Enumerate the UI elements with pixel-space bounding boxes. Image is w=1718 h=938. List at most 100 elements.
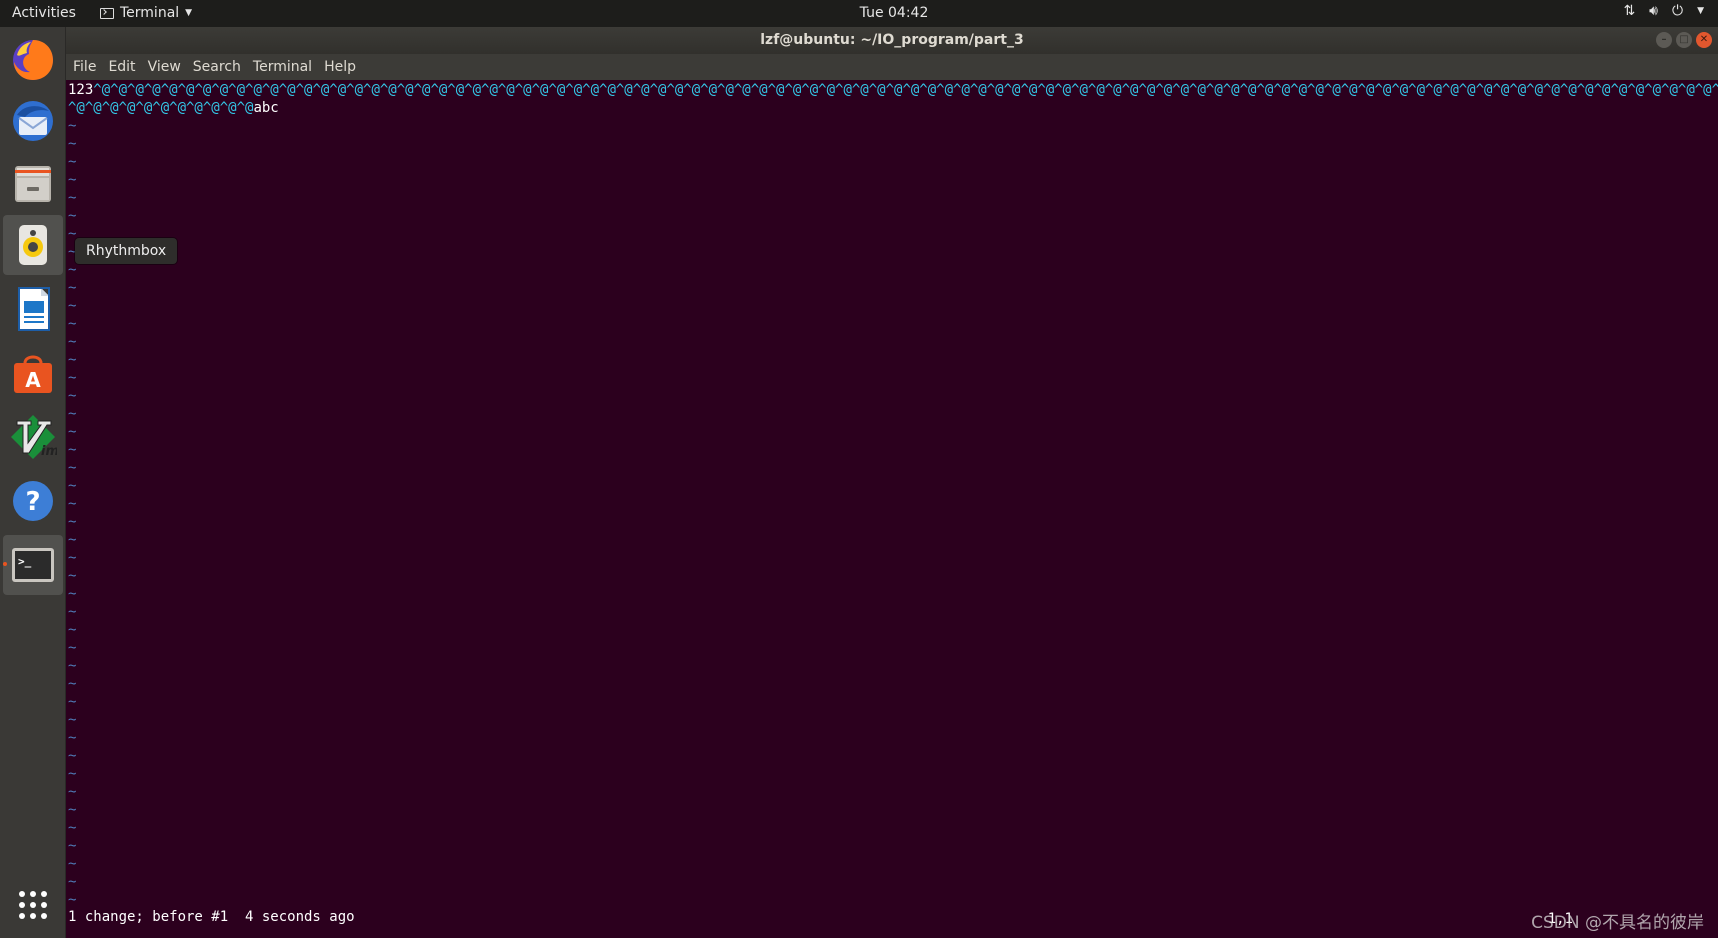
writer-icon	[18, 287, 50, 331]
svg-text:>_: >_	[18, 555, 32, 568]
tilde-marker: ~	[68, 712, 77, 728]
top-bar: Activities Terminal ▼ Tue 04:42 ⇅ 🔊︎ ⏻ ▼	[0, 0, 1718, 27]
tilde-marker: ~	[68, 892, 77, 908]
dock-tooltip: Rhythmbox	[75, 238, 178, 264]
tilde-marker: ~	[68, 820, 77, 836]
tilde-marker: ~	[68, 514, 77, 530]
tilde-marker: ~	[68, 658, 77, 674]
svg-text:?: ?	[25, 487, 40, 517]
tilde-marker: ~	[68, 730, 77, 746]
dock-writer[interactable]	[3, 279, 63, 339]
menu-bar: File Edit View Search Terminal Help	[66, 54, 1718, 80]
vim-icon: im	[11, 415, 57, 459]
running-indicator	[3, 562, 7, 566]
svg-text:im: im	[41, 444, 57, 459]
chevron-down-icon[interactable]: ▼	[1697, 6, 1704, 16]
tilde-marker: ~	[68, 694, 77, 710]
close-button[interactable]: ✕	[1696, 32, 1712, 48]
menu-file[interactable]: File	[73, 57, 96, 77]
tilde-marker: ~	[68, 496, 77, 512]
clock[interactable]: Tue 04:42	[0, 5, 1718, 21]
tilde-marker: ~	[68, 640, 77, 656]
tilde-marker: ~	[68, 280, 77, 296]
minimize-button[interactable]: –	[1656, 32, 1672, 48]
tilde-marker: ~	[68, 622, 77, 638]
dock-help[interactable]: ?	[3, 471, 63, 531]
menu-view[interactable]: View	[148, 57, 181, 77]
app-menu-label: Terminal	[120, 5, 180, 21]
vim-status-message: 1 change; before #1 4 seconds ago	[68, 909, 355, 925]
tilde-marker: ~	[68, 136, 77, 152]
window-titlebar[interactable]: lzf@ubuntu: ~/IO_program/part_3 – □ ✕	[66, 27, 1718, 54]
dock-software[interactable]: A	[3, 343, 63, 403]
vim-line-1: 123^@^@^@^@^@^@^@^@^@^@^@^@^@^@^@^@^@^@^…	[68, 81, 1718, 99]
tilde-marker: ~	[68, 190, 77, 206]
vim-line-2: ^@^@^@^@^@^@^@^@^@^@^@abc	[68, 99, 279, 117]
tilde-marker: ~	[68, 604, 77, 620]
rhythmbox-icon	[19, 225, 47, 265]
dock-thunderbird[interactable]	[3, 91, 63, 151]
watermark: CSDN @不具名的彼岸	[1531, 913, 1704, 933]
tilde-marker: ~	[68, 550, 77, 566]
tilde-marker: ~	[68, 586, 77, 602]
tilde-marker: ~	[68, 154, 77, 170]
tilde-marker: ~	[68, 748, 77, 764]
system-tray[interactable]: ⇅ 🔊︎ ⏻ ▼	[1623, 3, 1704, 19]
maximize-button[interactable]: □	[1676, 32, 1692, 48]
tilde-marker: ~	[68, 568, 77, 584]
tilde-marker: ~	[68, 424, 77, 440]
tilde-marker: ~	[68, 802, 77, 818]
window-title: lzf@ubuntu: ~/IO_program/part_3	[760, 32, 1024, 48]
tilde-marker: ~	[68, 532, 77, 548]
svg-text:A: A	[25, 368, 41, 392]
menu-help[interactable]: Help	[324, 57, 356, 77]
files-icon	[15, 166, 51, 202]
dock-terminal[interactable]: >_	[3, 535, 63, 595]
tilde-marker: ~	[68, 766, 77, 782]
tilde-marker: ~	[68, 172, 77, 188]
line1-null-chars: ^@^@^@^@^@^@^@^@^@^@^@^@^@^@^@^@^@^@^@^@…	[93, 82, 1718, 98]
tilde-marker: ~	[68, 784, 77, 800]
tilde-marker: ~	[68, 874, 77, 890]
dock-files[interactable]	[3, 153, 63, 213]
tilde-marker: ~	[68, 442, 77, 458]
terminal-icon: >_	[12, 548, 54, 582]
dock-rhythmbox[interactable]	[3, 215, 63, 275]
tilde-marker: ~	[68, 460, 77, 476]
tilde-marker: ~	[68, 352, 77, 368]
tilde-marker: ~	[68, 118, 77, 134]
line1-text: 123	[68, 82, 94, 98]
line2-null-chars: ^@^@^@^@^@^@^@^@^@^@^@	[68, 100, 254, 116]
thunderbird-icon	[13, 101, 53, 141]
software-center-icon: A	[14, 355, 52, 393]
terminal-content[interactable]: 123^@^@^@^@^@^@^@^@^@^@^@^@^@^@^@^@^@^@^…	[66, 80, 1718, 938]
dock-firefox[interactable]	[3, 29, 63, 89]
dock-show-apps[interactable]	[3, 875, 63, 935]
tilde-marker: ~	[68, 676, 77, 692]
menu-search[interactable]: Search	[193, 57, 241, 77]
line2-text: abc	[253, 100, 279, 116]
tilde-marker: ~	[68, 334, 77, 350]
terminal-mini-icon	[100, 7, 114, 19]
menu-edit[interactable]: Edit	[108, 57, 135, 77]
tilde-marker: ~	[68, 316, 77, 332]
activities-button[interactable]: Activities	[12, 5, 76, 21]
tilde-marker: ~	[68, 370, 77, 386]
tilde-marker: ~	[68, 406, 77, 422]
tilde-marker: ~	[68, 856, 77, 872]
tilde-marker: ~	[68, 478, 77, 494]
help-icon: ?	[13, 481, 53, 521]
power-icon[interactable]: ⏻	[1672, 3, 1683, 19]
volume-icon[interactable]: 🔊︎	[1649, 3, 1658, 19]
tilde-marker: ~	[68, 262, 77, 278]
tilde-marker: ~	[68, 208, 77, 224]
chevron-down-icon: ▼	[185, 8, 193, 18]
menu-terminal[interactable]: Terminal	[253, 57, 312, 77]
network-icon[interactable]: ⇅	[1623, 3, 1635, 19]
dock-vim[interactable]: im	[3, 407, 63, 467]
tilde-marker: ~	[68, 838, 77, 854]
show-apps-icon	[19, 891, 47, 919]
app-menu[interactable]: Terminal ▼	[100, 5, 192, 21]
tilde-marker: ~	[68, 298, 77, 314]
dock: A im ? >_	[0, 27, 66, 938]
